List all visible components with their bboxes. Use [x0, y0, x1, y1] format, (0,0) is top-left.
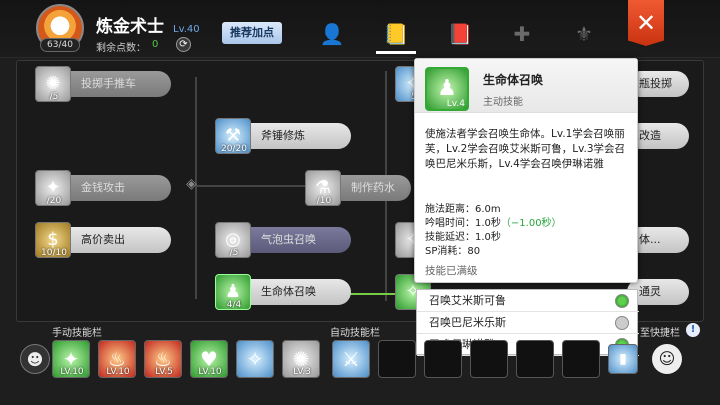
cat-face-icon[interactable]: ☻ [20, 344, 50, 374]
avatar-count: 63/40 [40, 38, 80, 52]
refresh-icon[interactable]: ⟳ [176, 37, 191, 52]
manual-skill-slot[interactable]: ♨ LV.5 [144, 340, 182, 378]
homunculus-icon[interactable]: ♟ 4/4 [215, 274, 251, 310]
skill-book-icon[interactable]: 📒 [376, 14, 416, 54]
cast-time-bonus: （−1.00秒） [500, 218, 562, 229]
tree-node-icon: ◈ [186, 176, 197, 192]
manual-skill-slot[interactable]: ✦ LV.10 [52, 340, 90, 378]
tooltip-skill-name: 生命体召唤 [483, 73, 544, 87]
auto-skill-slot[interactable]: ⚔ [332, 340, 370, 378]
summon-option[interactable]: 召唤艾米斯可鲁 [417, 290, 639, 312]
book-icon[interactable]: 📕 [440, 14, 480, 54]
tooltip-skill-type: 主动技能 [483, 97, 523, 108]
axe-icon[interactable]: ⚒ 20/20 [215, 118, 251, 154]
cart-throw-icon[interactable]: ✺/5 [35, 66, 71, 102]
manual-skill-slot[interactable]: ♨ LV.10 [98, 340, 136, 378]
tooltip-description: 使施法者学会召唤生命体。Lv.1学会召唤丽芙，Lv.2学会召唤艾米斯可鲁，Lv.… [425, 128, 626, 170]
tooltip-range: 施法距离：6.0m [425, 204, 501, 215]
auto-skill-bar-label: 自动技能栏 [330, 328, 380, 339]
manual-skill-slot[interactable]: ✺ LV.3 [282, 340, 320, 378]
auto-skill-slot-empty[interactable] [424, 340, 462, 378]
recommend-button[interactable]: 推荐加点 [222, 22, 282, 44]
wing-crest-icon[interactable]: ⚜ [564, 14, 604, 54]
auto-skill-slot-empty[interactable] [378, 340, 416, 378]
manual-skill-bar-label: 手动技能栏 [52, 328, 102, 339]
shortcut-slot[interactable]: ▮ [608, 344, 638, 374]
cat-face-icon[interactable]: ☺ [652, 344, 682, 374]
tooltip-cast-time: 吟唱时间：1.0秒（−1.00秒） [425, 214, 562, 229]
info-icon[interactable]: ! [686, 323, 700, 337]
person-star-icon[interactable]: 👤 [312, 14, 352, 54]
tooltip-delay: 技能延迟：1.0秒 [425, 232, 501, 243]
toggle-on-icon[interactable] [615, 294, 629, 308]
homunculus-icon: ♟ Lv.4 [425, 67, 469, 111]
sp-value: 0 [152, 39, 159, 50]
summon-option[interactable]: 召唤巴尼米乐斯 [417, 312, 639, 334]
tooltip-sp-cost: SP消耗：80 [425, 246, 481, 257]
job-level: Lv.40 [173, 24, 200, 35]
auto-skill-slot-empty[interactable] [516, 340, 554, 378]
bubble-icon[interactable]: ◎/5 [215, 222, 251, 258]
manual-skill-slot[interactable]: ♥ LV.10 [190, 340, 228, 378]
cross-icon[interactable]: ✚ [502, 14, 542, 54]
sp-label: 剩余点数： [96, 43, 146, 54]
auto-skill-slot-empty[interactable] [470, 340, 508, 378]
manual-skill-slot[interactable]: ✧ [236, 340, 274, 378]
shortcut-bar-label: 至快捷栏 [640, 328, 680, 339]
coin-icon[interactable]: $10/10 [35, 222, 71, 258]
potion-icon[interactable]: ⚗/10 [305, 170, 341, 206]
money-attack-icon[interactable]: ✦/20 [35, 170, 71, 206]
skill-tooltip: ♟ Lv.4 生命体召唤 主动技能 使施法者学会召唤生命体。Lv.1学会召唤丽芙，… [414, 58, 638, 283]
tree-line [195, 185, 305, 187]
toggle-off-icon[interactable] [615, 316, 629, 330]
job-title: 炼金术士 [96, 17, 164, 37]
tooltip-maxed: 技能已满级 [425, 265, 478, 277]
auto-skill-slot-empty[interactable] [562, 340, 600, 378]
close-button[interactable]: ✕ [628, 0, 664, 46]
